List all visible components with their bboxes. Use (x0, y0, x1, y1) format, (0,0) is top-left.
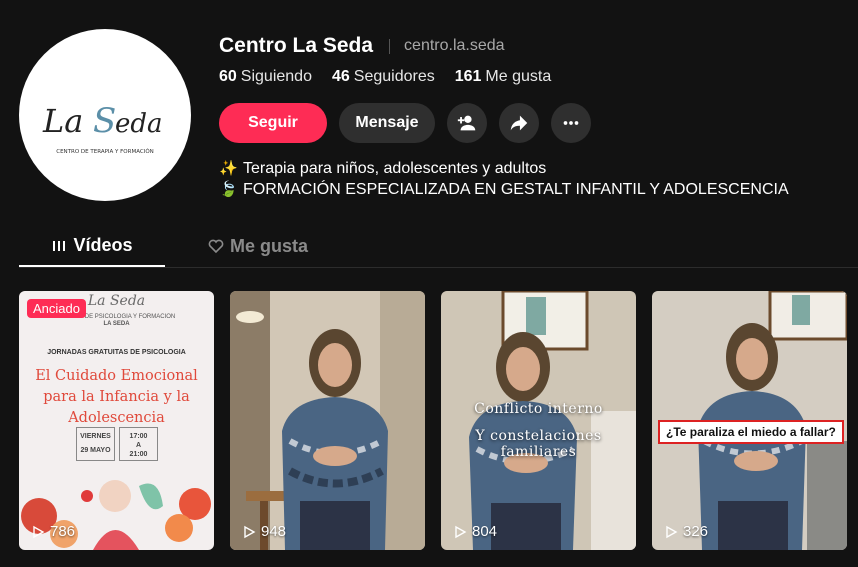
leaf-icon: 🍃 (219, 181, 238, 198)
likes-count: 161 (454, 68, 482, 85)
poster-date: 29 MAYO (80, 447, 111, 454)
view-count-number: 326 (683, 523, 709, 540)
svg-text:La: La (42, 102, 83, 140)
video-thumbnail (230, 291, 425, 550)
profile-avatar[interactable]: La S eda CENTRO DE TERAPIA Y FORMACIÓN (19, 29, 191, 201)
share-icon (510, 115, 528, 131)
profile-tabs: Vídeos Me gusta (19, 226, 858, 268)
profile-name-row: Centro La Seda centro.la.seda (219, 34, 505, 58)
tab-videos[interactable]: Vídeos (19, 226, 165, 267)
view-count: 326 (664, 523, 708, 540)
video-card[interactable]: 948 (230, 291, 425, 550)
view-count-number: 786 (50, 523, 76, 540)
poster-time-from: 17:00 (129, 433, 148, 440)
bio-line-1: ✨ Terapia para niños, adolescentes y adu… (219, 158, 789, 179)
bio-text-1: Terapia para niños, adolescentes y adult… (243, 160, 547, 177)
event-poster: La Seda CENTRO DE PSICOLOGIA Y FORMACION… (19, 291, 214, 550)
sparkles-icon: ✨ (219, 160, 238, 177)
add-friend-button[interactable] (447, 103, 487, 143)
person-add-icon (457, 115, 476, 131)
poster-jornadas: JORNADAS GRATUITAS DE PSICOLOGIA (47, 349, 186, 356)
video-caption: ¿Te paraliza el miedo a fallar? (658, 420, 844, 444)
play-icon (33, 525, 45, 538)
video-caption-line-2: Y constelaciones familiares (475, 428, 602, 460)
video-thumbnail (441, 291, 636, 550)
follow-button[interactable]: Seguir (219, 103, 327, 143)
share-button[interactable] (499, 103, 539, 143)
profile-bio: ✨ Terapia para niños, adolescentes y adu… (219, 158, 789, 200)
following-count: 60 (219, 68, 237, 85)
view-count-number: 948 (261, 523, 287, 540)
play-icon (666, 525, 678, 538)
svg-text:S: S (93, 101, 116, 141)
tab-likes-label: Me gusta (229, 235, 308, 256)
poster-title: El Cuidado Emocional para la Infancia y … (35, 368, 198, 426)
following-stat[interactable]: 60 Siguiendo (219, 68, 312, 86)
play-icon (244, 525, 256, 538)
video-card[interactable]: ¿Te paraliza el miedo a fallar? 326 (652, 291, 847, 550)
followers-count: 46 (331, 68, 350, 85)
view-count: 948 (242, 523, 286, 540)
poster-subtitle-2: LA SEDA (103, 321, 130, 327)
profile-actions: Seguir Mensaje (219, 103, 603, 143)
poster-day: VIERNES (80, 433, 111, 440)
poster-time-sep: A (135, 442, 142, 449)
video-card[interactable]: Conflicto interno Y constelaciones famil… (441, 291, 636, 550)
tab-videos-label: Vídeos (73, 235, 133, 255)
profile-stats: 60 Siguiendo 46 Seguidores 161 Me gusta (219, 68, 571, 86)
display-name: Centro La Seda (219, 34, 374, 57)
video-caption-line-1: Conflicto interno (474, 401, 603, 417)
svg-text:CENTRO DE TERAPIA Y FORMACIÓN: CENTRO DE TERAPIA Y FORMACIÓN (56, 148, 154, 155)
bio-line-2: 🍃 FORMACIÓN ESPECIALIZADA EN GESTALT INF… (219, 179, 789, 200)
poster-date-box: VIERNES 29 MAYO (76, 427, 115, 461)
message-button[interactable]: Mensaje (339, 103, 435, 143)
username: centro.la.seda (404, 37, 505, 54)
bio-text-2: FORMACIÓN ESPECIALIZADA EN GESTALT INFAN… (243, 181, 789, 198)
tab-likes[interactable]: Me gusta (185, 226, 331, 266)
view-count-number: 804 (472, 523, 498, 540)
video-card[interactable]: La Seda CENTRO DE PSICOLOGIA Y FORMACION… (19, 291, 214, 550)
view-count: 786 (31, 523, 75, 540)
poster-time-box: 17:00 A 21:00 (119, 427, 158, 461)
followers-label: Seguidores (353, 68, 435, 85)
pinned-badge: Anciado (27, 299, 86, 318)
more-icon (563, 121, 579, 125)
view-count: 804 (453, 523, 497, 540)
svg-text:eda: eda (115, 109, 163, 139)
name-separator (389, 38, 391, 54)
likes-label: Me gusta (485, 68, 552, 85)
la-seda-logo: La S eda CENTRO DE TERAPIA Y FORMACIÓN (42, 101, 163, 155)
play-icon (455, 525, 467, 538)
grid-icon (53, 240, 66, 251)
more-options-button[interactable] (551, 103, 591, 143)
followers-stat[interactable]: 46 Seguidores (332, 68, 435, 86)
poster-time-to: 21:00 (129, 451, 148, 458)
likes-stat: 161 Me gusta (455, 68, 552, 86)
heart-lock-icon (208, 239, 224, 254)
following-label: Siguiendo (240, 68, 312, 85)
